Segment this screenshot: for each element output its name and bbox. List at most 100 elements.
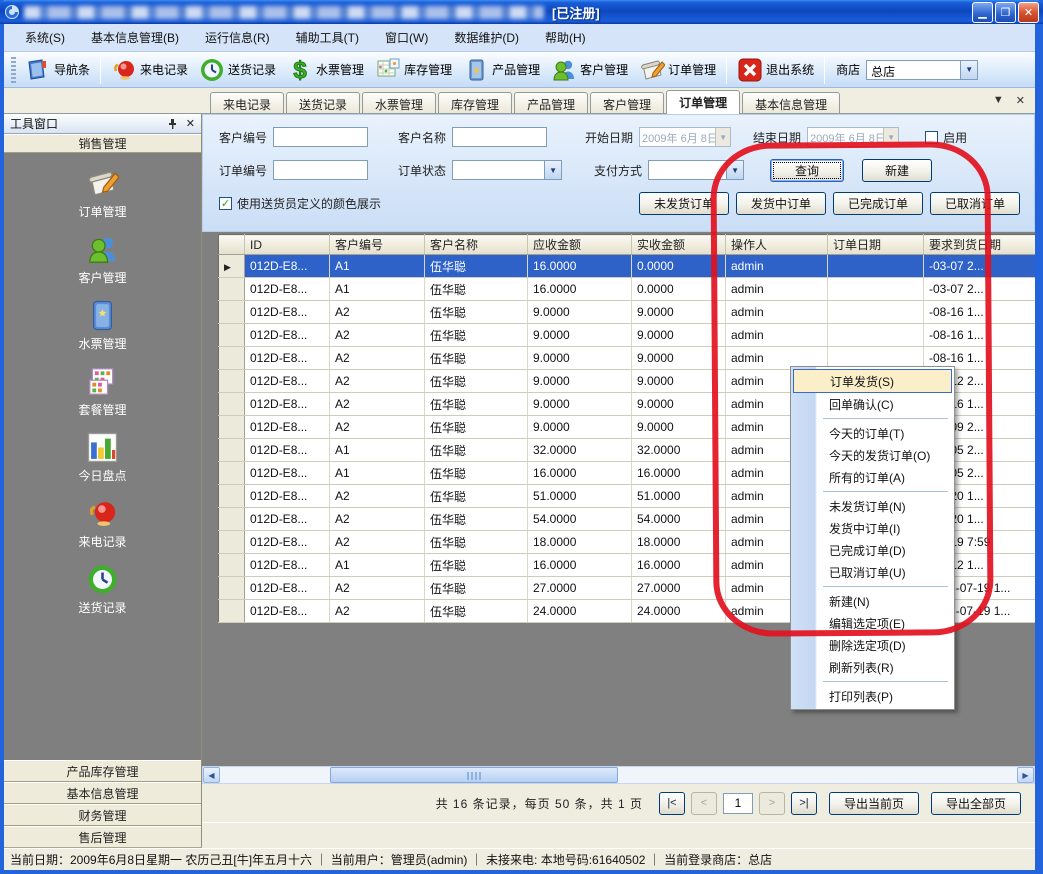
- tab-order-management[interactable]: 订单管理: [666, 90, 740, 114]
- sidebar-item-package[interactable]: 套餐管理: [78, 365, 126, 418]
- sidebar-group-product-inventory[interactable]: 产品库存管理: [4, 760, 201, 782]
- menu-item-edit-selected[interactable]: 编辑选定项(E): [793, 612, 952, 634]
- col-customer-name[interactable]: 客户名称: [425, 235, 528, 255]
- sidebar-group-basic-info[interactable]: 基本信息管理: [4, 782, 201, 804]
- filter-cancelled-button[interactable]: 已取消订单: [930, 192, 1020, 215]
- order-no-input[interactable]: [273, 160, 368, 180]
- col-customer-no[interactable]: 客户编号: [330, 235, 425, 255]
- payment-select[interactable]: ▼: [648, 160, 744, 180]
- menu-item-delete-selected[interactable]: 删除选定项(D): [793, 634, 952, 656]
- export-all-pages-button[interactable]: 导出全部页: [931, 792, 1021, 815]
- menu-system[interactable]: 系统(S): [12, 25, 78, 50]
- new-button[interactable]: 新建: [862, 159, 932, 182]
- customer-name-input[interactable]: [452, 127, 547, 147]
- menu-item-unshipped[interactable]: 未发货订单(N): [793, 495, 952, 517]
- menu-data-maintenance[interactable]: 数据维护(D): [441, 25, 532, 50]
- col-receivable[interactable]: 应收金额: [528, 235, 632, 255]
- customer-no-input[interactable]: [273, 127, 368, 147]
- sidebar-item-daily-check[interactable]: 今日盘点: [78, 431, 126, 484]
- next-page-button[interactable]: >: [759, 792, 785, 815]
- enable-checkbox[interactable]: [925, 131, 938, 144]
- row-selector-cell[interactable]: [219, 301, 245, 324]
- store-select[interactable]: 总店 ▼: [866, 60, 978, 80]
- delivery-color-checkbox[interactable]: ✓: [219, 197, 232, 210]
- tab-basic-info[interactable]: 基本信息管理: [742, 92, 840, 113]
- row-selector-cell[interactable]: [219, 485, 245, 508]
- scroll-left-arrow-icon[interactable]: ◀: [203, 767, 220, 783]
- start-date-picker[interactable]: 2009年 6月 8日 ▼: [639, 127, 731, 147]
- toolbar-delivery-records[interactable]: 送货记录: [194, 55, 281, 85]
- menu-item-confirm-receipt[interactable]: 回单确认(C): [793, 393, 952, 415]
- toolbar-water-ticket[interactable]: $ 水票管理: [282, 55, 369, 85]
- toolbar-navigator[interactable]: 导航条: [20, 55, 95, 85]
- sidebar-item-order[interactable]: 订单管理: [78, 167, 126, 220]
- tab-product[interactable]: 产品管理: [514, 92, 588, 113]
- minimize-button[interactable]: ▁: [972, 2, 993, 23]
- scrollbar-track[interactable]: [220, 767, 1017, 783]
- row-selector-cell[interactable]: [219, 554, 245, 577]
- last-page-button[interactable]: >|: [791, 792, 817, 815]
- menu-item-print-list[interactable]: 打印列表(P): [793, 685, 952, 707]
- sidebar-group-finance[interactable]: 财务管理: [4, 804, 201, 826]
- table-row[interactable]: 012D-E8... A1 伍华聪 16.0000 0.0000 admin -…: [219, 255, 1036, 278]
- menu-basic-info[interactable]: 基本信息管理(B): [78, 25, 192, 50]
- filter-completed-button[interactable]: 已完成订单: [833, 192, 923, 215]
- row-selector-cell[interactable]: [219, 347, 245, 370]
- toolbar-exit[interactable]: 退出系统: [732, 55, 819, 85]
- first-page-button[interactable]: |<: [659, 792, 685, 815]
- row-selector-cell[interactable]: [219, 324, 245, 347]
- sidebar-item-water-ticket[interactable]: 水票管理: [78, 299, 126, 352]
- export-current-page-button[interactable]: 导出当前页: [829, 792, 919, 815]
- row-selector-cell[interactable]: [219, 370, 245, 393]
- tool-window-close-icon[interactable]: ✕: [186, 117, 195, 130]
- tab-customer[interactable]: 客户管理: [590, 92, 664, 113]
- col-order-date[interactable]: 订单日期: [828, 235, 924, 255]
- tab-delivery-records[interactable]: 送货记录: [286, 92, 360, 113]
- row-selector-cell[interactable]: [219, 393, 245, 416]
- query-button[interactable]: 查询: [770, 159, 844, 182]
- toolbar-customer[interactable]: 客户管理: [546, 55, 633, 85]
- menu-item-all-orders[interactable]: 所有的订单(A): [793, 466, 952, 488]
- toolbar-call-records[interactable]: 来电记录: [106, 55, 193, 85]
- row-selector-cell[interactable]: [219, 439, 245, 462]
- page-number-input[interactable]: [723, 793, 753, 814]
- order-status-select[interactable]: ▼: [452, 160, 562, 180]
- row-selector-cell[interactable]: [219, 462, 245, 485]
- filter-shipping-button[interactable]: 发货中订单: [736, 192, 826, 215]
- menu-item-completed[interactable]: 已完成订单(D): [793, 539, 952, 561]
- scrollbar-thumb[interactable]: [330, 767, 618, 783]
- menu-item-ship-order[interactable]: 订单发货(S): [793, 369, 952, 393]
- chevron-down-icon[interactable]: ▼: [960, 61, 977, 79]
- col-id[interactable]: ID: [245, 235, 330, 255]
- horizontal-scrollbar[interactable]: ◀ ▶: [202, 766, 1035, 784]
- row-selector-cell[interactable]: [219, 600, 245, 623]
- tab-water-ticket[interactable]: 水票管理: [362, 92, 436, 113]
- tab-inventory[interactable]: 库存管理: [438, 92, 512, 113]
- menu-item-shipping[interactable]: 发货中订单(I): [793, 517, 952, 539]
- prev-page-button[interactable]: <: [691, 792, 717, 815]
- pin-icon[interactable]: [167, 118, 178, 129]
- row-selector-cell[interactable]: [219, 577, 245, 600]
- sidebar-item-call-records[interactable]: 来电记录: [78, 497, 126, 550]
- toolbar-order[interactable]: 订单管理: [634, 55, 721, 85]
- col-required-date[interactable]: 要求到货日期: [924, 235, 1036, 255]
- menu-window[interactable]: 窗口(W): [372, 25, 441, 50]
- table-row[interactable]: 012D-E8... A1 伍华聪 16.0000 0.0000 admin -…: [219, 278, 1036, 301]
- menu-run-info[interactable]: 运行信息(R): [192, 25, 283, 50]
- table-row[interactable]: 012D-E8... A2 伍华聪 9.0000 9.0000 admin -0…: [219, 301, 1036, 324]
- menu-item-cancelled[interactable]: 已取消订单(U): [793, 561, 952, 583]
- sidebar-group-after-sales[interactable]: 售后管理: [4, 826, 201, 848]
- filter-unshipped-button[interactable]: 未发货订单: [639, 192, 729, 215]
- row-selector-cell[interactable]: [219, 508, 245, 531]
- sidebar-item-delivery-records[interactable]: 送货记录: [78, 563, 126, 616]
- menu-help[interactable]: 帮助(H): [532, 25, 599, 50]
- menu-aux-tools[interactable]: 辅助工具(T): [283, 25, 372, 50]
- table-row[interactable]: 012D-E8... A2 伍华聪 9.0000 9.0000 admin -0…: [219, 324, 1036, 347]
- tab-close-icon[interactable]: ✕: [1016, 94, 1025, 107]
- menu-item-today-orders[interactable]: 今天的订单(T): [793, 422, 952, 444]
- col-received[interactable]: 实收金额: [632, 235, 726, 255]
- row-selector-cell[interactable]: [219, 531, 245, 554]
- menu-item-new[interactable]: 新建(N): [793, 590, 952, 612]
- row-selector-cell[interactable]: [219, 278, 245, 301]
- row-selector-cell[interactable]: [219, 416, 245, 439]
